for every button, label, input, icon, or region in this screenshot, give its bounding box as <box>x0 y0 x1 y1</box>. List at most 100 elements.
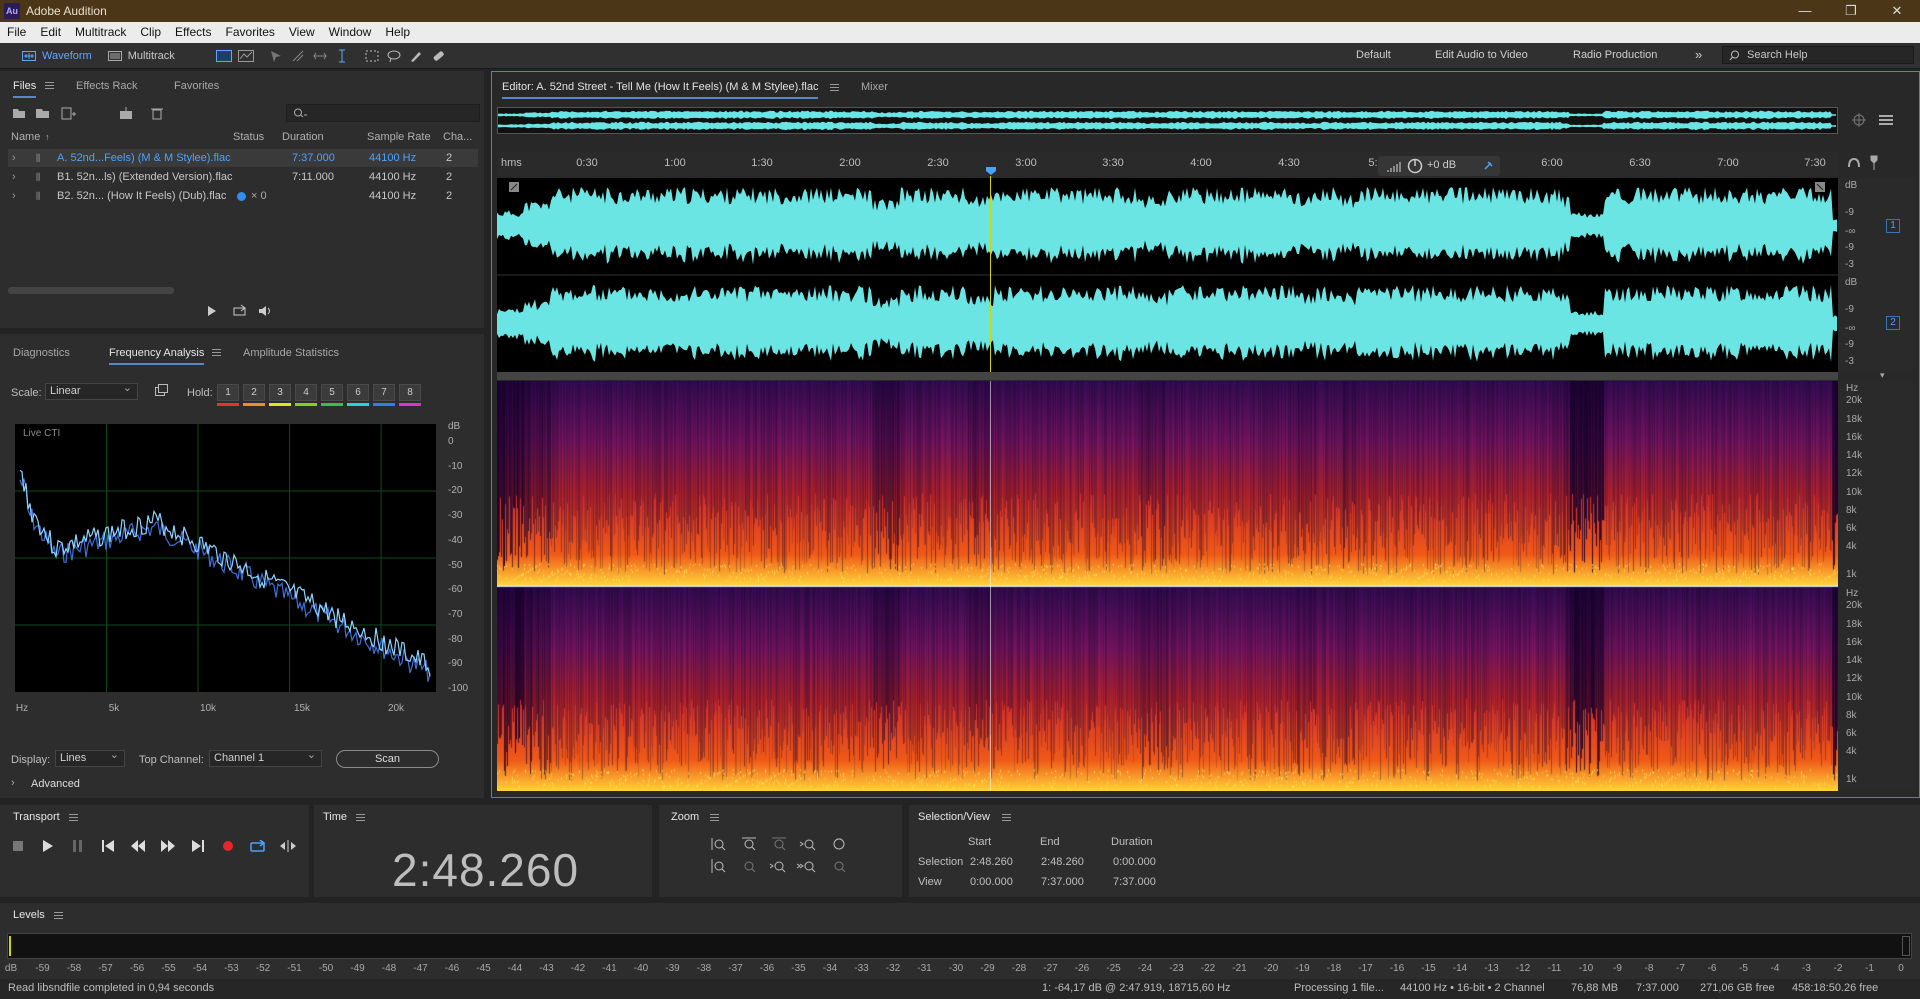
advanced-expand-icon[interactable]: › <box>11 777 15 789</box>
hold-button-4[interactable]: 4 <box>295 384 317 401</box>
hold-button-7[interactable]: 7 <box>373 384 395 401</box>
preview-loop-icon[interactable] <box>233 304 246 316</box>
clip-fade-out-handle-icon[interactable] <box>1815 182 1825 192</box>
col-channels[interactable]: Cha... <box>443 128 472 146</box>
workspace-radio-production[interactable]: Radio Production <box>1573 49 1657 61</box>
zoom-in-left-icon[interactable] <box>711 859 726 873</box>
selection-view-menu-icon[interactable] <box>1002 814 1011 821</box>
zoom-menu-icon[interactable] <box>710 814 719 821</box>
go-to-end-button[interactable] <box>188 838 208 854</box>
hold-button-3[interactable]: 3 <box>269 384 291 401</box>
zoom-out-left-icon[interactable] <box>744 861 756 873</box>
files-horizontal-scrollbar[interactable] <box>8 287 174 294</box>
skip-selection-button[interactable] <box>278 838 298 854</box>
workspace-edit-audio-to-video[interactable]: Edit Audio to Video <box>1435 49 1528 61</box>
col-status[interactable]: Status <box>233 128 264 146</box>
tab-favorites[interactable]: Favorites <box>174 80 219 92</box>
stop-button[interactable] <box>8 838 28 854</box>
move-tool-icon[interactable] <box>265 46 287 66</box>
files-menu-icon[interactable] <box>45 82 54 89</box>
levels-menu-icon[interactable] <box>54 912 63 919</box>
view-end[interactable]: 7:37.000 <box>1041 876 1084 888</box>
spectral-display[interactable] <box>497 381 1838 791</box>
view-start[interactable]: 0:00.000 <box>970 876 1013 888</box>
expand-icon[interactable]: › <box>12 168 16 186</box>
new-file-icon[interactable] <box>61 107 76 120</box>
workspace-default[interactable]: Default <box>1356 49 1391 61</box>
spectral-display-icon[interactable] <box>213 46 235 66</box>
tab-effects-rack[interactable]: Effects Rack <box>76 80 138 92</box>
delete-file-icon[interactable] <box>151 108 163 120</box>
close-icon[interactable]: ✕ <box>1874 0 1920 22</box>
col-sample-rate[interactable]: Sample Rate <box>367 128 431 146</box>
minimize-icon[interactable]: — <box>1782 0 1828 22</box>
waveform-mode-button[interactable]: Waveform <box>14 46 100 66</box>
import-file-icon[interactable] <box>36 109 49 118</box>
loop-playback-button[interactable] <box>248 838 268 854</box>
files-search-input[interactable] <box>286 104 480 122</box>
open-file-icon[interactable] <box>13 109 25 118</box>
view-duration[interactable]: 7:37.000 <box>1113 876 1156 888</box>
file-row[interactable]: › ⫼ B1. 52n...ls) (Extended Version).fla… <box>8 168 478 186</box>
clip-fade-in-handle-icon[interactable] <box>509 182 519 192</box>
channel-1-badge[interactable]: 1 <box>1886 219 1900 233</box>
time-menu-icon[interactable] <box>356 814 365 821</box>
zoom-reset-icon[interactable] <box>833 838 845 850</box>
fast-forward-button[interactable] <box>158 838 178 854</box>
menu-multitrack[interactable]: Multitrack <box>68 22 133 43</box>
zoom-out-time-icon[interactable] <box>769 861 786 873</box>
hold-button-5[interactable]: 5 <box>321 384 343 401</box>
zoom-out-amplitude-icon[interactable] <box>742 837 756 851</box>
menu-clip[interactable]: Clip <box>133 22 168 43</box>
menu-file[interactable]: File <box>0 22 33 43</box>
selection-start[interactable]: 2:48.260 <box>970 856 1013 868</box>
current-time-display[interactable]: 2:48.260 <box>392 843 579 897</box>
hud-volume[interactable]: +0 dB <box>1378 156 1500 176</box>
preview-play-icon[interactable] <box>208 306 216 316</box>
channel-2-badge[interactable]: 2 <box>1886 316 1900 330</box>
menu-edit[interactable]: Edit <box>33 22 68 43</box>
hold-button-8[interactable]: 8 <box>399 384 421 401</box>
zoom-out-full-time-icon[interactable] <box>796 861 816 873</box>
brush-tool-icon[interactable] <box>405 46 427 66</box>
preview-volume-icon[interactable] <box>259 306 270 316</box>
slip-tool-icon[interactable] <box>309 46 331 66</box>
zoom-to-selection-time-icon[interactable] <box>834 861 846 873</box>
file-row[interactable]: › ⫼ B2. 52n... (How It Feels) (Dub).flac… <box>8 187 478 205</box>
menu-effects[interactable]: Effects <box>168 22 218 43</box>
zoom-in-amplitude-icon[interactable] <box>711 838 726 851</box>
zoom-out-full-icon[interactable] <box>1851 112 1867 128</box>
hold-button-2[interactable]: 2 <box>243 384 265 401</box>
display-select[interactable]: Lines <box>55 748 125 767</box>
scan-button[interactable]: Scan <box>336 750 439 768</box>
volume-knob-icon[interactable] <box>1407 158 1423 174</box>
copy-graph-icon[interactable] <box>155 384 169 397</box>
marker-pin-icon[interactable] <box>1869 155 1879 171</box>
menu-help[interactable]: Help <box>378 22 417 43</box>
zoom-in-time-icon[interactable] <box>799 839 816 851</box>
playhead-marker-icon[interactable] <box>985 166 997 176</box>
divider-collapse-icon[interactable]: ▾ <box>1880 370 1885 381</box>
file-row[interactable]: › ⫼ A. 52nd...Feels) (M & M Stylee).flac… <box>8 149 478 167</box>
menu-window[interactable]: Window <box>322 22 379 43</box>
col-name[interactable]: Name <box>11 128 40 146</box>
hold-button-6[interactable]: 6 <box>347 384 369 401</box>
overview-navigator[interactable] <box>497 107 1838 134</box>
search-help-input[interactable]: Search Help <box>1722 46 1914 64</box>
advanced-label[interactable]: Advanced <box>31 778 80 790</box>
time-selection-tool-icon[interactable] <box>331 46 353 66</box>
pin-hud-icon[interactable] <box>1482 160 1494 172</box>
insert-multitrack-icon[interactable] <box>120 107 132 119</box>
tab-mixer[interactable]: Mixer <box>861 81 888 93</box>
spot-healing-icon[interactable] <box>427 46 449 66</box>
waveform-spectral-divider[interactable] <box>497 372 1838 380</box>
marquee-tool-icon[interactable] <box>361 46 383 66</box>
expand-icon[interactable]: › <box>12 187 16 205</box>
menu-view[interactable]: View <box>282 22 322 43</box>
selection-duration[interactable]: 0:00.000 <box>1113 856 1156 868</box>
record-button[interactable] <box>218 838 238 854</box>
tab-amplitude-statistics[interactable]: Amplitude Statistics <box>243 347 339 359</box>
snap-to-ruler-icon[interactable] <box>1846 155 1862 171</box>
razor-tool-icon[interactable] <box>287 46 309 66</box>
more-workspaces-icon[interactable]: » <box>1695 47 1702 62</box>
